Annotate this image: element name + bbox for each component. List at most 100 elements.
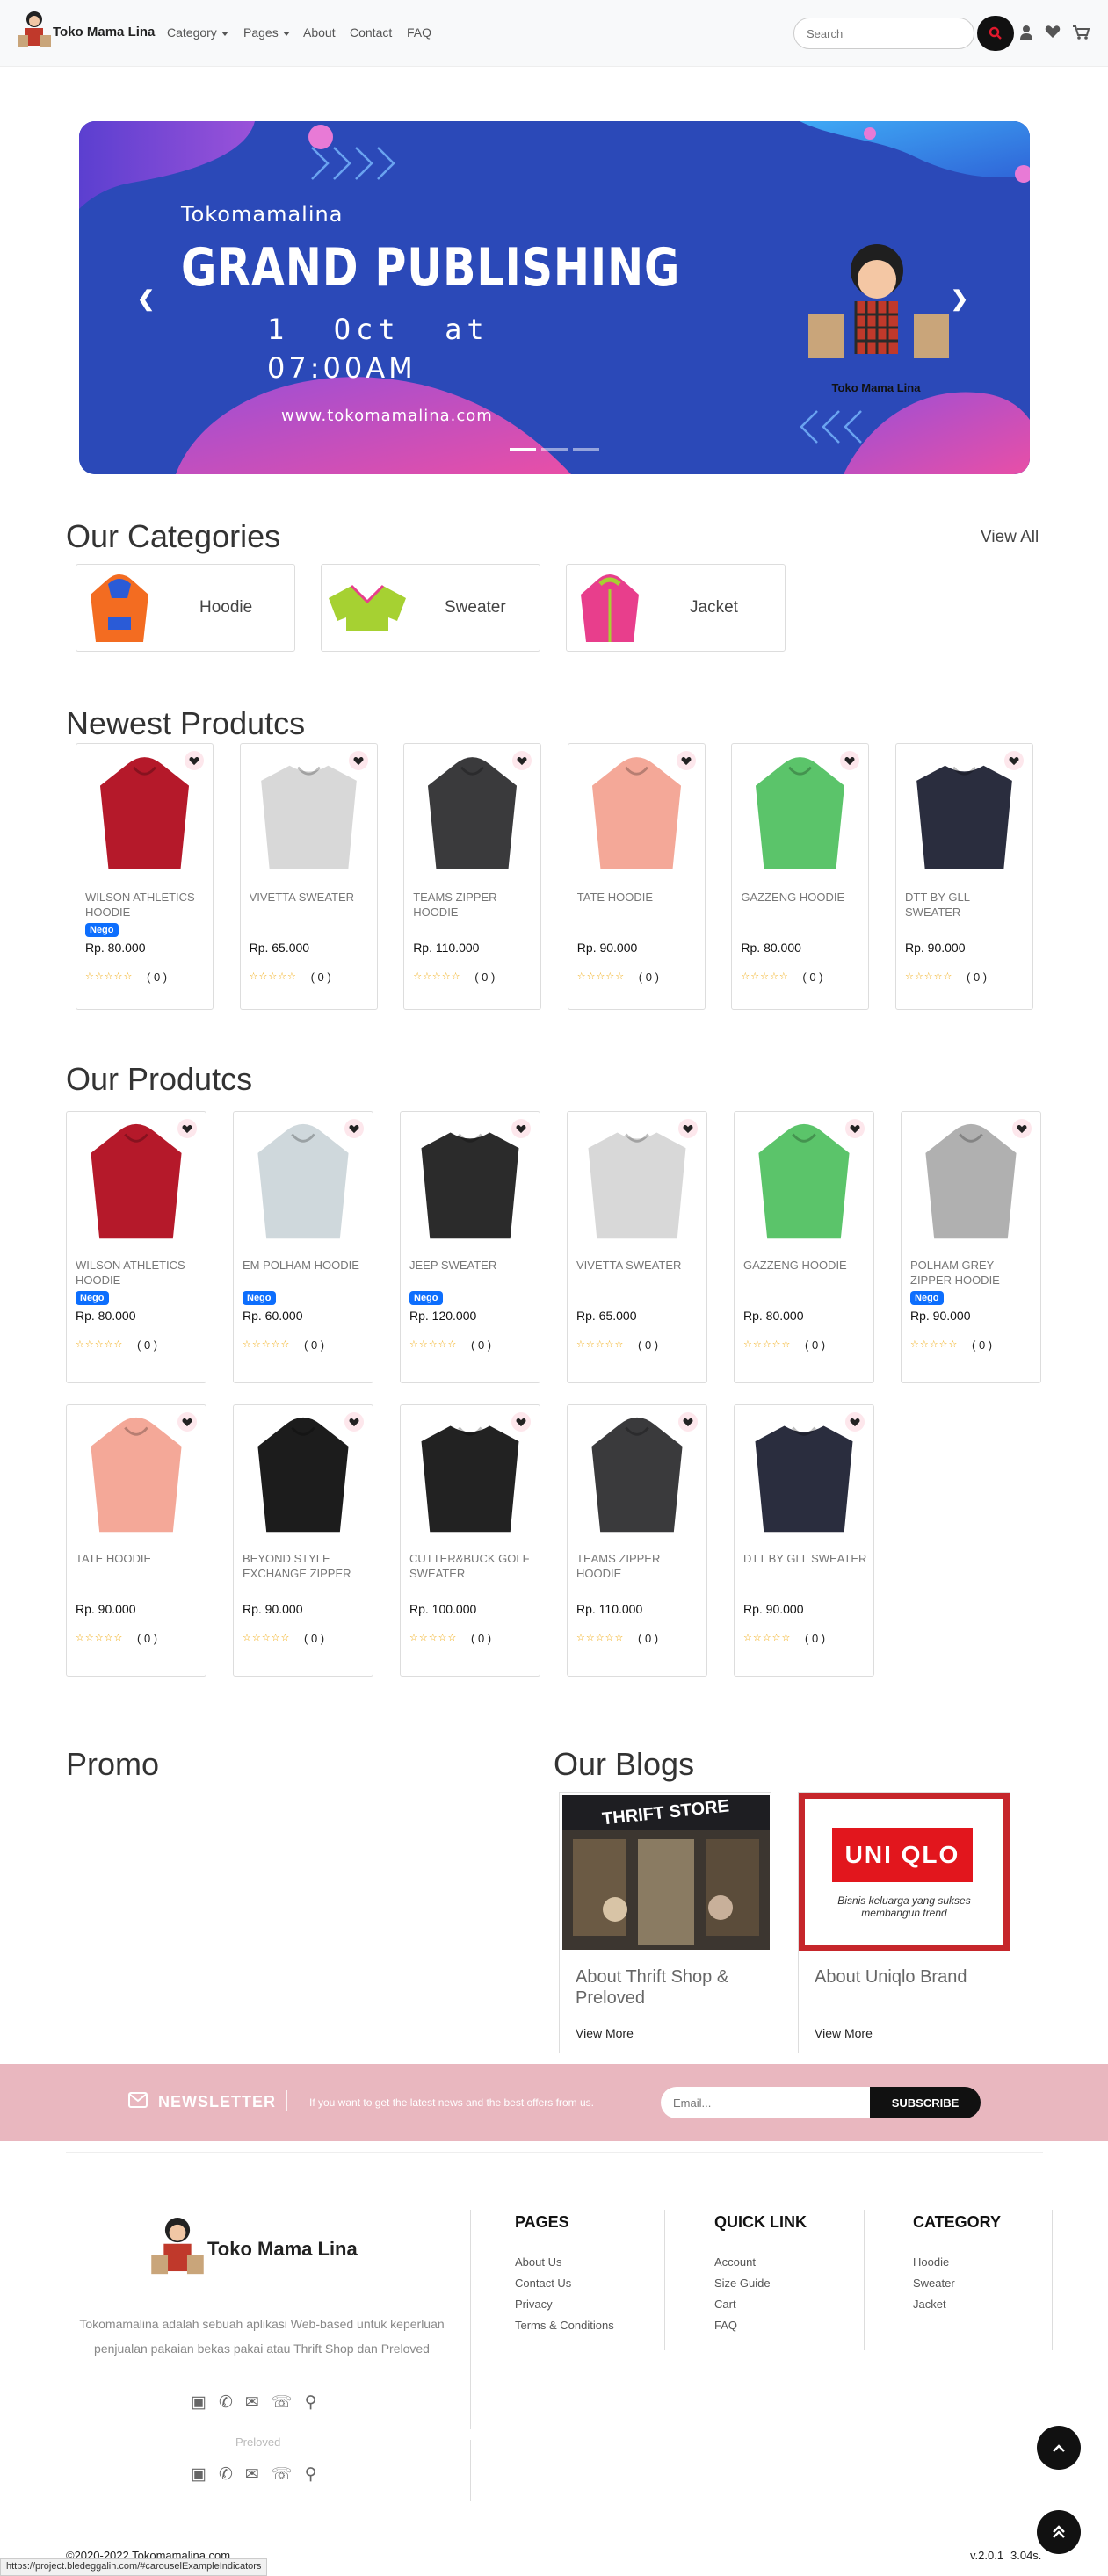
product-card[interactable]: TEAMS ZIPPER HOODIE Rp. 110.000 ☆☆☆☆☆ ( 0 ) — [403, 743, 542, 1010]
product-card[interactable]: JEEP SWEATER Nego Rp. 120.000 ☆☆☆☆☆ ( 0 ) — [400, 1111, 540, 1383]
phone-icon[interactable]: ☏ — [272, 2465, 305, 2484]
wishlist-heart-icon[interactable] — [845, 1412, 865, 1432]
product-name[interactable]: CUTTER&BUCK GOLF SWEATER — [409, 1551, 534, 1581]
user-icon[interactable] — [1019, 25, 1033, 40]
blog-view-more[interactable]: View More — [815, 2026, 873, 2040]
cart-icon[interactable] — [1072, 25, 1090, 40]
carousel-prev-icon[interactable]: ❮ — [137, 286, 155, 312]
product-card[interactable]: VIVETTA SWEATER Rp. 65.000 ☆☆☆☆☆ ( 0 ) — [567, 1111, 707, 1383]
product-name[interactable]: VIVETTA SWEATER — [576, 1258, 701, 1288]
product-card[interactable]: WILSON ATHLETICS HOODIE Nego Rp. 80.000 ☆☆☆… — [66, 1111, 206, 1383]
product-name[interactable]: BEYOND STYLE EXCHANGE ZIPPER HOODIE — [243, 1551, 367, 1581]
blog-title[interactable]: About Uniqlo Brand — [815, 1966, 999, 1988]
footer-link-hoodie[interactable]: Hoodie — [913, 2252, 955, 2273]
category-card-jacket[interactable]: Jacket — [566, 564, 786, 652]
product-card[interactable]: TATE HOODIE Rp. 90.000 ☆☆☆☆☆ ( 0 ) — [66, 1404, 206, 1677]
footer-link-account[interactable]: Account — [714, 2252, 771, 2273]
product-card[interactable]: WILSON ATHLETICS HOODIE Nego Rp. 80.000 ☆☆☆… — [76, 743, 214, 1010]
product-name[interactable]: DTT BY GLL SWEATER — [905, 890, 1027, 920]
wishlist-heart-icon[interactable] — [1004, 751, 1024, 770]
instagram-icon[interactable]: ▣ — [191, 2393, 219, 2412]
heart-icon[interactable] — [1045, 25, 1061, 39]
wishlist-heart-icon[interactable] — [676, 751, 696, 770]
carousel-next-icon[interactable]: ❯ — [951, 286, 968, 312]
whatsapp-icon[interactable]: ✆ — [219, 2393, 245, 2412]
wishlist-heart-icon[interactable] — [177, 1412, 197, 1432]
carousel-indicator[interactable] — [573, 448, 599, 451]
location-icon[interactable]: ⚲ — [305, 2465, 330, 2484]
product-card[interactable]: TEAMS ZIPPER HOODIE Rp. 110.000 ☆☆☆☆☆ ( 0 ) — [567, 1404, 707, 1677]
product-card[interactable]: TATE HOODIE Rp. 90.000 ☆☆☆☆☆ ( 0 ) — [567, 743, 706, 1010]
footer-link-sweater[interactable]: Sweater — [913, 2273, 955, 2294]
wishlist-heart-icon[interactable] — [845, 1119, 865, 1138]
product-name[interactable]: Gazzeng Hoodie — [741, 890, 863, 920]
location-icon[interactable]: ⚲ — [305, 2393, 330, 2412]
nav-about[interactable]: About — [303, 25, 336, 40]
footer-link-contact[interactable]: Contact Us — [515, 2273, 614, 2294]
product-name[interactable]: POLHAM GREY ZIPPER HOODIE — [910, 1258, 1035, 1288]
subscribe-button[interactable]: SUBSCRIBE — [870, 2087, 981, 2118]
whatsapp-icon[interactable]: ✆ — [219, 2465, 245, 2484]
scroll-top-button[interactable] — [1037, 2426, 1081, 2470]
product-card[interactable]: BEYOND STYLE EXCHANGE ZIPPER HOODIE Rp. 9… — [233, 1404, 373, 1677]
blog-card-uniqlo[interactable]: UNI QLO Bisnis keluarga yang sukses memb… — [798, 1792, 1010, 2053]
wishlist-heart-icon[interactable] — [344, 1412, 364, 1432]
search-input[interactable] — [793, 18, 974, 49]
product-name[interactable]: WILSON ATHLETICS HOODIE — [85, 890, 207, 920]
email-icon[interactable]: ✉ — [245, 2465, 272, 2484]
wishlist-heart-icon[interactable] — [185, 751, 204, 770]
hero-carousel[interactable]: Tokomamalina GRAND PUBLISHING 1 Oct at 0… — [79, 121, 1030, 474]
product-card[interactable]: DTT BY GLL SWEATER Rp. 90.000 ☆☆☆☆☆ ( 0 ) — [734, 1404, 874, 1677]
product-name[interactable]: VIVETTA SWEATER — [250, 890, 372, 920]
brand-name[interactable]: Toko Mama Lina — [53, 25, 155, 40]
footer-link-about[interactable]: About Us — [515, 2252, 614, 2273]
product-name[interactable]: Gazzeng Hoodie — [743, 1258, 868, 1288]
search-button[interactable] — [977, 16, 1014, 51]
product-name[interactable]: WILSON ATHLETICS HOODIE — [76, 1258, 200, 1288]
product-card[interactable]: VIVETTA SWEATER Rp. 65.000 ☆☆☆☆☆ ( 0 ) — [239, 743, 378, 1010]
email-icon[interactable]: ✉ — [245, 2393, 272, 2412]
carousel-indicator[interactable] — [510, 448, 536, 451]
nav-faq[interactable]: FAQ — [407, 25, 431, 40]
product-card[interactable]: CUTTER&BUCK GOLF SWEATER Rp. 100.000 ☆☆☆☆☆… — [400, 1404, 540, 1677]
view-all-link[interactable]: View All — [981, 528, 1039, 547]
blog-title[interactable]: About Thrift Shop & Preloved — [576, 1966, 760, 2009]
category-card-hoodie[interactable]: Hoodie — [76, 564, 295, 652]
logo-icon[interactable] — [14, 9, 54, 54]
product-card[interactable]: Gazzeng Hoodie Rp. 80.000 ☆☆☆☆☆ ( 0 ) — [731, 743, 870, 1010]
wishlist-heart-icon[interactable] — [344, 1119, 364, 1138]
product-name[interactable]: EM POLHAM HOODIE — [243, 1258, 367, 1288]
phone-icon[interactable]: ☏ — [272, 2393, 305, 2412]
wishlist-heart-icon[interactable] — [511, 1119, 531, 1138]
footer-link-jacket[interactable]: Jacket — [913, 2294, 955, 2315]
product-card[interactable]: Gazzeng Hoodie Rp. 80.000 ☆☆☆☆☆ ( 0 ) — [734, 1111, 874, 1383]
product-name[interactable]: JEEP SWEATER — [409, 1258, 534, 1288]
product-card[interactable]: DTT BY GLL SWEATER Rp. 90.000 ☆☆☆☆☆ ( 0 ) — [895, 743, 1033, 1010]
wishlist-heart-icon[interactable] — [177, 1119, 197, 1138]
product-name[interactable]: DTT BY GLL SWEATER — [743, 1551, 868, 1581]
scroll-top-button[interactable] — [1037, 2510, 1081, 2554]
instagram-icon[interactable]: ▣ — [191, 2465, 219, 2484]
product-card[interactable]: EM POLHAM HOODIE Nego Rp. 60.000 ☆☆☆☆☆ ( 0 ) — [233, 1111, 373, 1383]
wishlist-heart-icon[interactable] — [348, 751, 368, 770]
wishlist-heart-icon[interactable] — [678, 1119, 698, 1138]
wishlist-heart-icon[interactable] — [678, 1412, 698, 1432]
footer-link-size-guide[interactable]: Size Guide — [714, 2273, 771, 2294]
product-name[interactable]: TATE HOODIE — [76, 1551, 200, 1581]
blog-view-more[interactable]: View More — [576, 2026, 634, 2040]
newsletter-email-input[interactable] — [661, 2087, 872, 2118]
footer-link-cart[interactable]: Cart — [714, 2294, 771, 2315]
nav-contact[interactable]: Contact — [350, 25, 392, 40]
category-card-sweater[interactable]: Sweater — [321, 564, 540, 652]
footer-link-faq[interactable]: FAQ — [714, 2315, 771, 2336]
blog-card-thrift[interactable]: THRIFT STORE About Thrift Shop & Prelove… — [559, 1792, 771, 2053]
product-name[interactable]: TEAMS ZIPPER HOODIE — [413, 890, 535, 920]
wishlist-heart-icon[interactable] — [1012, 1119, 1032, 1138]
product-name[interactable]: TATE HOODIE — [577, 890, 699, 920]
footer-link-privacy[interactable]: Privacy — [515, 2294, 614, 2315]
product-card[interactable]: POLHAM GREY ZIPPER HOODIE Nego Rp. 90.000 ☆… — [901, 1111, 1041, 1383]
nav-category[interactable]: Category — [167, 25, 228, 40]
product-name[interactable]: TEAMS ZIPPER HOODIE — [576, 1551, 701, 1581]
wishlist-heart-icon[interactable] — [511, 1412, 531, 1432]
nav-pages[interactable]: Pages — [243, 25, 290, 40]
